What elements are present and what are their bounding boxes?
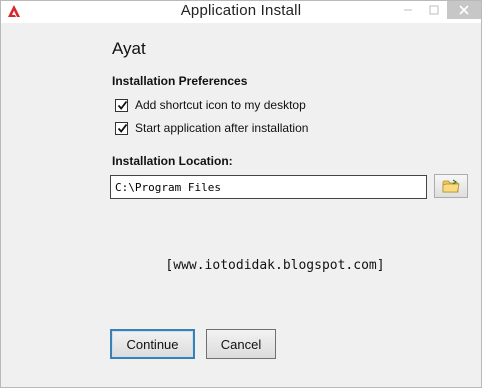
maximize-icon	[429, 5, 439, 15]
checkmark-icon	[117, 123, 128, 133]
install-location-input[interactable]	[110, 175, 427, 199]
start-after-install-label: Start application after installation	[135, 121, 309, 135]
start-after-install-option[interactable]: Start application after installation	[112, 120, 308, 136]
continue-button[interactable]: Continue	[110, 329, 195, 359]
location-heading: Installation Location:	[112, 154, 233, 168]
minimize-icon	[404, 9, 412, 11]
desktop-shortcut-option[interactable]: Add shortcut icon to my desktop	[112, 97, 306, 113]
desktop-shortcut-label: Add shortcut icon to my desktop	[135, 98, 306, 112]
installer-window: Application Install Ayat Installation Pr…	[0, 0, 482, 388]
close-icon	[459, 5, 469, 15]
watermark-text: [www.iotodidak.blogspot.com]	[165, 258, 385, 273]
folder-icon	[442, 179, 460, 193]
checkmark-icon	[117, 100, 128, 110]
installer-content: Ayat Installation Preferences Add shortc…	[1, 23, 481, 387]
minimize-button[interactable]	[395, 1, 421, 19]
maximize-button[interactable]	[421, 1, 447, 19]
desktop-shortcut-checkbox[interactable]	[115, 98, 128, 112]
start-after-install-checkbox[interactable]	[115, 121, 128, 135]
cancel-button[interactable]: Cancel	[206, 329, 276, 359]
preferences-heading: Installation Preferences	[112, 74, 248, 88]
application-name: Ayat	[112, 39, 146, 58]
close-button[interactable]	[447, 1, 481, 19]
title-bar[interactable]: Application Install	[1, 1, 481, 23]
browse-folder-button[interactable]	[434, 174, 468, 198]
